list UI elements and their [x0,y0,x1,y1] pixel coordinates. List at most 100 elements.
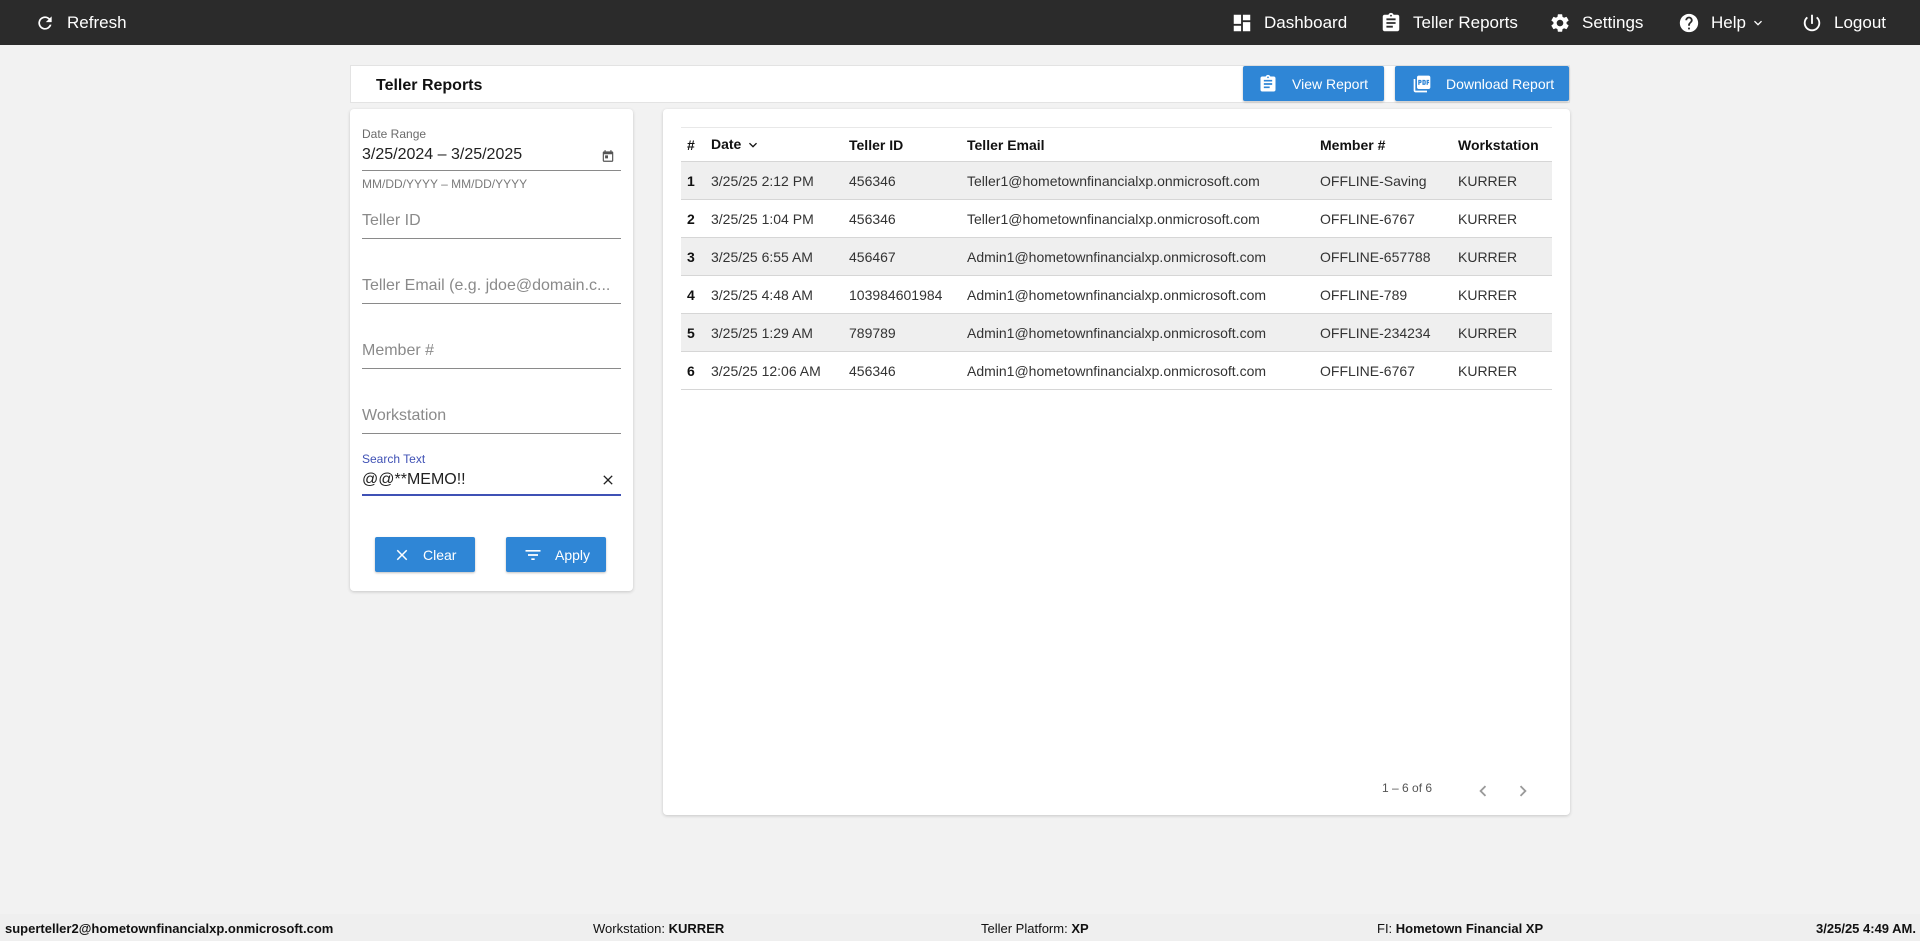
nav-teller-reports[interactable]: Teller Reports [1379,0,1518,45]
row-date: 3/25/25 2:12 PM [705,161,843,200]
power-icon [1800,11,1824,35]
row-number: 3 [681,237,705,276]
apply-button[interactable]: Apply [506,537,606,572]
chevron-down-icon [1750,15,1766,31]
row-date: 3/25/25 4:48 AM [705,275,843,314]
row-workstation: KURRER [1452,351,1552,390]
help-icon [1677,11,1701,35]
row-teller-email: Admin1@hometownfinancialxp.onmicrosoft.c… [961,313,1314,352]
row-member: OFFLINE-234234 [1314,313,1452,352]
row-number: 6 [681,351,705,390]
chevron-left-icon [1472,780,1494,802]
column-header-teller-email[interactable]: Teller Email [961,127,1314,162]
pagination-range: 1 – 6 of 6 [1382,781,1433,795]
view-report-button[interactable]: View Report [1243,66,1384,101]
table-row[interactable]: 2 3/25/25 1:04 PM 456346 Teller1@hometow… [681,199,1552,238]
row-workstation: KURRER [1452,199,1552,238]
clipboard-icon [1379,11,1403,35]
footer-user-email: superteller2@hometownfinancialxp.onmicro… [5,921,334,936]
search-text-input[interactable]: Search Text @@**MEMO!! [362,452,621,497]
row-number: 5 [681,313,705,352]
date-range-field[interactable]: Date Range 3/25/2024 – 3/25/2025 [362,127,621,172]
nav-help[interactable]: Help [1677,0,1766,45]
teller-id-placeholder: Teller ID [362,212,421,229]
row-number: 4 [681,275,705,314]
table-body: 1 3/25/25 2:12 PM 456346 Teller1@hometow… [681,161,1552,390]
row-teller-id: 456346 [843,199,961,238]
clipboard-icon [1258,74,1278,94]
workstation-placeholder: Workstation [362,407,447,424]
clear-label: Clear [423,546,457,563]
workstation-underline [362,433,621,434]
row-workstation: KURRER [1452,161,1552,200]
date-range-underline [362,170,621,171]
nav-teller-reports-label: Teller Reports [1413,12,1518,32]
row-member: OFFLINE-657788 [1314,237,1452,276]
row-teller-id: 456346 [843,351,961,390]
nav-dashboard-label: Dashboard [1264,12,1348,32]
chevron-right-icon [1512,780,1534,802]
teller-email-underline [362,303,621,304]
gear-icon [1548,11,1572,35]
table-row[interactable]: 6 3/25/25 12:06 AM 456346 Admin1@hometow… [681,351,1552,390]
search-text-underline [362,494,621,496]
page-title: Teller Reports [376,77,483,94]
row-member: OFFLINE-6767 [1314,199,1452,238]
row-workstation: KURRER [1452,275,1552,314]
row-teller-email: Teller1@hometownfinancialxp.onmicrosoft.… [961,199,1314,238]
table-row[interactable]: 3 3/25/25 6:55 AM 456467 Admin1@hometown… [681,237,1552,276]
row-teller-email: Teller1@hometownfinancialxp.onmicrosoft.… [961,161,1314,200]
member-number-placeholder: Member # [362,342,435,359]
row-teller-email: Admin1@hometownfinancialxp.onmicrosoft.c… [961,237,1314,276]
row-workstation: KURRER [1452,313,1552,352]
member-number-input[interactable]: Member # [362,342,621,376]
footer-fi: FI: Hometown Financial XP [1377,921,1544,936]
logout-button[interactable]: Logout [1800,0,1886,45]
column-header-date[interactable]: Date [705,127,843,162]
refresh-label: Refresh [67,12,127,32]
close-icon[interactable] [600,472,616,488]
view-report-label: View Report [1292,75,1369,92]
teller-email-input[interactable]: Teller Email (e.g. jdoe@domain.c... [362,277,621,311]
footer-datetime: 3/25/25 4:49 AM. [1816,921,1916,936]
table-row[interactable]: 5 3/25/25 1:29 AM 789789 Admin1@hometown… [681,313,1552,352]
row-teller-email: Admin1@hometownfinancialxp.onmicrosoft.c… [961,351,1314,390]
status-footer: superteller2@hometownfinancialxp.onmicro… [0,914,1920,941]
next-page-button[interactable] [1511,779,1535,803]
filter-icon [523,545,543,565]
column-header-member[interactable]: Member # [1314,127,1452,162]
previous-page-button[interactable] [1471,779,1495,803]
date-range-label: Date Range [362,127,427,141]
teller-email-placeholder: Teller Email (e.g. jdoe@domain.c... [362,277,611,294]
report-table-panel: # Date Teller ID Teller Email Member # W… [663,109,1570,815]
teller-id-underline [362,238,621,239]
logout-label: Logout [1834,12,1886,32]
refresh-button[interactable]: Refresh [33,0,127,45]
table-row[interactable]: 4 3/25/25 4:48 AM 103984601984 Admin1@ho… [681,275,1552,314]
row-number: 2 [681,199,705,238]
download-report-button[interactable]: Download Report [1395,66,1569,101]
refresh-icon [33,11,57,35]
nav-settings[interactable]: Settings [1548,0,1643,45]
column-header-workstation[interactable]: Workstation [1452,127,1552,162]
date-range-value: 3/25/2024 – 3/25/2025 [362,146,523,163]
teller-id-input[interactable]: Teller ID [362,212,621,246]
workstation-input[interactable]: Workstation [362,407,621,441]
sort-descending-icon [745,137,761,153]
download-report-label: Download Report [1446,75,1555,92]
calendar-icon[interactable] [601,149,615,163]
column-header-teller-id[interactable]: Teller ID [843,127,961,162]
row-date: 3/25/25 12:06 AM [705,351,843,390]
footer-platform: Teller Platform: XP [981,921,1089,936]
clear-button[interactable]: Clear [375,537,475,572]
pdf-icon [1412,74,1432,94]
nav-dashboard[interactable]: Dashboard [1230,0,1347,45]
date-range-hint: MM/DD/YYYY – MM/DD/YYYY [362,177,528,191]
filter-panel: Date Range 3/25/2024 – 3/25/2025 MM/DD/Y… [350,109,633,591]
table-row[interactable]: 1 3/25/25 2:12 PM 456346 Teller1@hometow… [681,161,1552,200]
table-header-row: # Date Teller ID Teller Email Member # W… [681,127,1552,162]
search-text-label: Search Text [362,452,426,466]
member-number-underline [362,368,621,369]
row-teller-id: 789789 [843,313,961,352]
page-header: Teller Reports [350,65,1570,103]
